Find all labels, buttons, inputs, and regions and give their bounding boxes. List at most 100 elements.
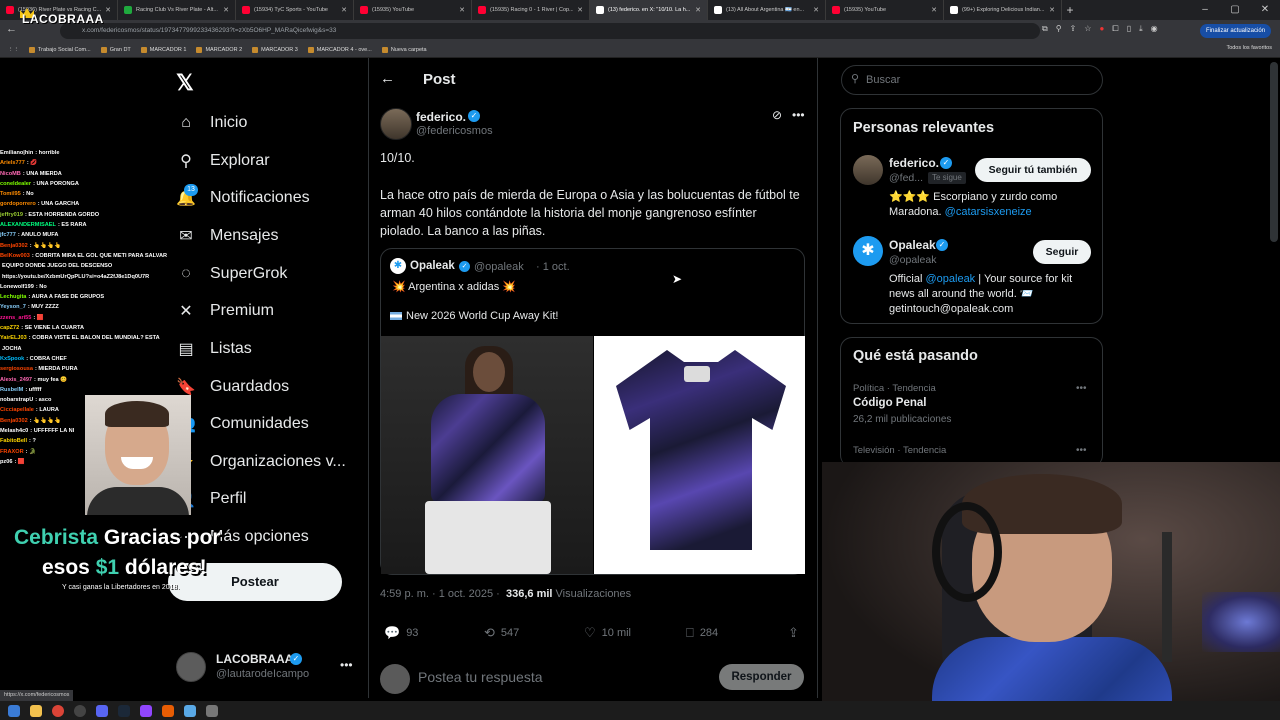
nav-item-supergrok[interactable]: ◌ SuperGrok (176, 259, 287, 289)
nav-item-comunidades[interactable]: 👥Comunidades (176, 409, 309, 439)
browser-tab[interactable]: (15935) YouTube ✕ (354, 0, 472, 20)
close-window-icon[interactable]: ✕ (1250, 0, 1280, 20)
bookmark-item[interactable]: MARCADOR 4 - ove... (307, 46, 372, 53)
tab-close-icon[interactable]: ✕ (695, 6, 701, 14)
bookmark-item[interactable]: Gran DT (100, 46, 131, 53)
nav-item-guardados[interactable]: 🔖 Guardados (176, 372, 289, 402)
follow-back-button[interactable]: Seguir tú también (975, 158, 1091, 182)
maximize-icon[interactable]: ▢ (1220, 0, 1250, 20)
chat-username: Ariels777 (0, 160, 25, 167)
app-icon[interactable] (162, 704, 174, 717)
extension-puzzle-icon[interactable]: ⧠ (1112, 24, 1118, 34)
nav-item-inicio[interactable]: ⌂ Inicio (176, 108, 247, 138)
person-handle: @opaleak (889, 254, 937, 266)
start-icon[interactable] (8, 704, 20, 717)
app-icon[interactable] (206, 704, 218, 717)
account-name[interactable]: LACOBRAAA (216, 652, 293, 666)
all-bookmarks[interactable]: Todos los favoritos (1226, 45, 1272, 51)
discord-icon[interactable] (96, 704, 108, 717)
tab-close-icon[interactable]: ✕ (341, 6, 347, 14)
tab-close-icon[interactable]: ✕ (223, 6, 229, 14)
like-action[interactable]: ♡ 10 mil (584, 625, 631, 641)
reply-button[interactable]: Responder (719, 664, 804, 690)
chat-text: : 💋 (26, 160, 38, 167)
zoom-icon[interactable]: ⚲ (1056, 24, 1062, 34)
bio-link[interactable]: @opaleak (925, 273, 975, 285)
kit-jersey-photo[interactable] (594, 336, 805, 574)
star-icon[interactable]: ☆ (1084, 24, 1091, 34)
extension-record-icon[interactable]: ● (1099, 24, 1104, 34)
kit-model-photo[interactable] (381, 336, 593, 574)
browser-tab[interactable]: (15935) Racing 0 - 1 River | Cop... ✕ (472, 0, 590, 20)
chrome-icon[interactable] (52, 704, 64, 717)
chat-text: : ? (29, 438, 36, 445)
guest-shirt (87, 487, 189, 515)
tab-close-icon[interactable]: ✕ (813, 6, 819, 14)
trend-more-icon[interactable]: ••• (1076, 445, 1087, 456)
person-name[interactable]: federico. (889, 156, 939, 170)
browser-tab[interactable]: (13) federico. en X: "10/10. La h... ✕ (590, 0, 708, 20)
reply-action[interactable]: 💬 93 (384, 625, 418, 641)
minimize-icon[interactable]: – (1190, 0, 1220, 20)
account-more-icon[interactable]: ••• (340, 658, 353, 672)
bookmark-action[interactable]: ⎕ 284 (686, 625, 718, 641)
trend-more-icon[interactable]: ••• (1076, 383, 1087, 394)
back-nav-icon[interactable]: ← (6, 23, 17, 35)
profile-avatar-icon[interactable]: ◉ (1151, 24, 1158, 34)
author-handle[interactable]: @federicosmos (416, 125, 493, 137)
bookmark-item[interactable]: Trabajo Social Com... (29, 46, 91, 53)
browser-tab[interactable]: (13) All About Argentina 🇦🇷 en... ✕ (708, 0, 826, 20)
follow-button[interactable]: Seguir (1033, 240, 1091, 264)
post-more-icon[interactable]: ••• (792, 108, 805, 122)
bio-link[interactable]: @catarsisxeneize (945, 206, 1032, 218)
account-avatar[interactable] (176, 652, 206, 682)
quote-author-name[interactable]: Opaleak (410, 260, 455, 272)
search-input[interactable]: Buscar (841, 65, 1103, 95)
app-icon[interactable] (140, 704, 152, 717)
bookmark-item[interactable]: MARCADOR 3 (252, 46, 298, 53)
share-icon[interactable]: ⇪ (1070, 24, 1077, 34)
tab-close-icon[interactable]: ✕ (1049, 6, 1055, 14)
quote-avatar[interactable]: ✱ (390, 258, 406, 274)
browser-tab[interactable]: Racing Club Vs River Plate - Alt... ✕ (118, 0, 236, 20)
x-logo-icon[interactable]: 𝕏 (176, 70, 194, 96)
url-field[interactable]: x.com/federicosmos/status/19734779992334… (60, 23, 1040, 39)
bookmark-label: MARCADOR 2 (205, 46, 243, 53)
person-avatar[interactable] (853, 155, 883, 185)
share-action[interactable]: ⇪ (788, 625, 799, 641)
person-name[interactable]: Opaleak (889, 238, 936, 252)
grok-icon[interactable]: ⊘ (772, 108, 782, 122)
nav-item-organizaciones-v[interactable]: ⚡Organizaciones v... (176, 447, 346, 477)
person-avatar[interactable]: ✱ (853, 236, 883, 266)
post-timestamp[interactable]: 4:59 p. m. · 1 oct. 2025 · (380, 588, 500, 600)
bookmark-item[interactable]: MARCADOR 1 (140, 46, 186, 53)
browser-tab[interactable]: (99+) Exploring Delicious Indian... ✕ (944, 0, 1062, 20)
author-avatar[interactable] (380, 108, 412, 140)
download-icon[interactable]: ⤓ (1139, 24, 1143, 34)
tab-close-icon[interactable]: ✕ (459, 6, 465, 14)
chat-text: : UNA PORONGA (33, 180, 79, 187)
update-button[interactable]: Finalizar actualización (1200, 24, 1272, 38)
sidebar-icon[interactable]: ▯ (1127, 24, 1131, 34)
new-tab-button[interactable]: + (1062, 3, 1078, 17)
steam-icon[interactable] (118, 704, 130, 717)
bookmark-item[interactable]: MARCADOR 2 (196, 46, 243, 53)
obs-icon[interactable] (74, 704, 86, 717)
scrollbar[interactable] (1270, 62, 1278, 242)
bookmark-item[interactable]: Nueva carpeta (381, 46, 427, 53)
back-arrow-icon[interactable]: ← (380, 70, 395, 87)
cast-icon[interactable]: ⧉ (1042, 24, 1048, 34)
browser-tab[interactable]: (15935) YouTube ✕ (826, 0, 944, 20)
reply-input[interactable]: Postea tu respuesta (418, 669, 543, 685)
author-name[interactable]: federico. (416, 110, 466, 124)
trend-name[interactable]: Código Penal (853, 397, 926, 409)
browser-tab[interactable]: (15934) TyC Sports - YouTube ✕ (236, 0, 354, 20)
repost-action[interactable]: ⟲ 547 (484, 625, 519, 641)
chat-username: Lonewolf199 (0, 283, 34, 290)
file-explorer-icon[interactable] (30, 704, 42, 717)
apps-grid-icon[interactable]: ⋮⋮ (8, 47, 19, 53)
tab-close-icon[interactable]: ✕ (931, 6, 937, 14)
tab-close-icon[interactable]: ✕ (105, 6, 111, 14)
app-icon[interactable] (184, 704, 196, 717)
tab-close-icon[interactable]: ✕ (577, 6, 583, 14)
